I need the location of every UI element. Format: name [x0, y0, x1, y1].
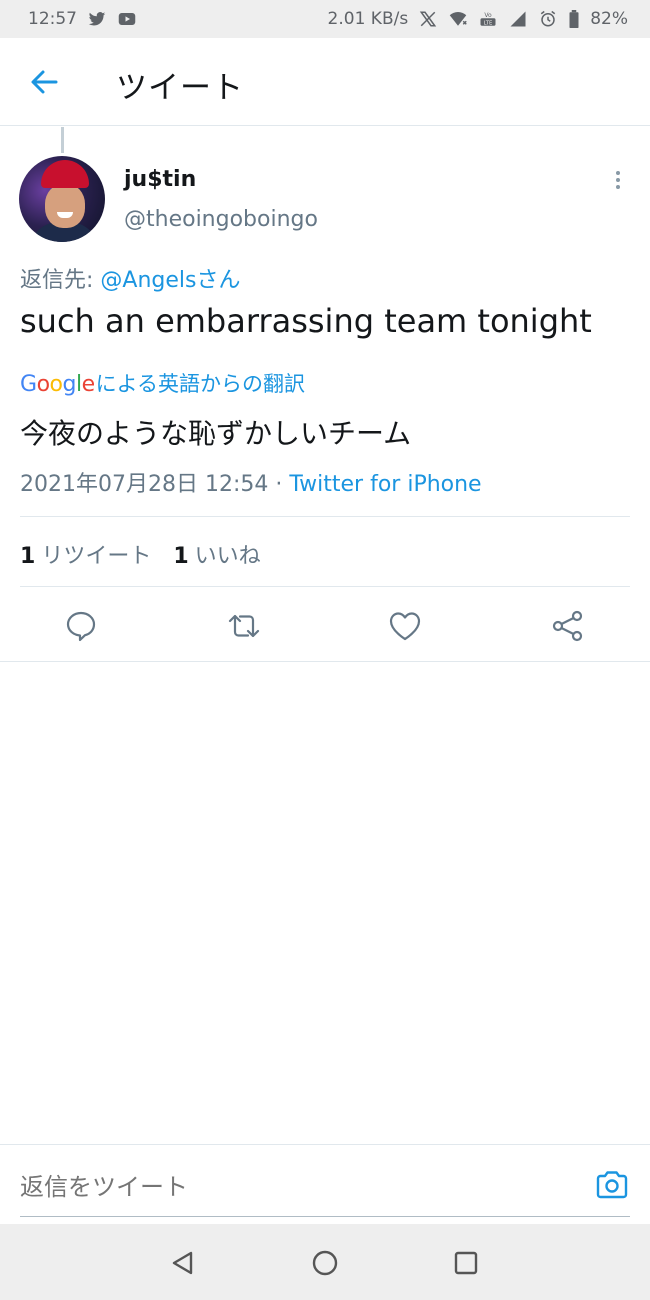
home-circle-icon	[312, 1250, 338, 1276]
google-logo: Google	[20, 372, 95, 397]
battery-icon	[569, 10, 579, 28]
tweet-text: such an embarrassing team tonight	[20, 302, 592, 340]
retweet-icon	[228, 614, 260, 638]
reply-to-prefix: 返信先:	[20, 268, 101, 293]
likes-stat[interactable]: 1 いいね	[173, 538, 260, 570]
author-handle: @theoingoboingo	[124, 207, 318, 232]
likes-label: いいね	[194, 544, 261, 569]
reply-icon	[66, 611, 96, 642]
wifi-icon	[449, 11, 467, 26]
alarm-icon	[541, 10, 556, 27]
share-button[interactable]	[550, 608, 586, 644]
author-display-name[interactable]: ju$tin	[124, 167, 196, 192]
tweet-timestamp: 2021年07月28日 12:54 ·	[20, 472, 290, 497]
retweet-button[interactable]	[226, 608, 262, 644]
arrow-left-icon	[31, 70, 58, 94]
share-icon	[552, 610, 583, 642]
tweet-stats: 1 リツイート 1 いいね	[20, 538, 261, 570]
twitter-icon	[88, 12, 106, 26]
avatar-face	[45, 184, 85, 228]
volte-icon: VoLTE	[480, 12, 496, 26]
top-app-bar: ツイート	[0, 38, 650, 126]
like-button[interactable]	[387, 608, 423, 644]
translate-label: による英語からの翻訳	[95, 372, 306, 396]
tweet-actions	[0, 600, 650, 662]
battery-percent: 82%	[590, 9, 628, 29]
nav-recents-button[interactable]	[451, 1248, 481, 1278]
camera-button[interactable]	[594, 1167, 630, 1203]
likes-count: 1	[173, 544, 189, 569]
back-triangle-icon	[172, 1251, 193, 1275]
status-bar: 12:57 2.01 KB/s Vo LTE 82%	[0, 0, 650, 38]
status-time: 12:57	[28, 9, 77, 29]
more-dot-icon	[616, 185, 620, 189]
more-dot-icon	[616, 171, 620, 175]
more-options-button[interactable]	[608, 168, 628, 196]
more-dot-icon	[616, 178, 620, 182]
tweet-source-link[interactable]: Twitter for iPhone	[289, 472, 481, 497]
tweet-meta: 2021年07月28日 12:54 · Twitter for iPhone	[20, 466, 482, 498]
nav-home-button[interactable]	[310, 1248, 340, 1278]
reply-composer	[0, 1144, 650, 1224]
reply-to-mention-link[interactable]: @Angelsさん	[100, 268, 240, 293]
divider	[20, 516, 630, 517]
avatar[interactable]	[19, 156, 105, 242]
translate-link[interactable]: Google による英語からの翻訳	[20, 368, 305, 398]
reply-button[interactable]	[63, 608, 99, 644]
network-speed: 2.01 KB/s	[327, 9, 409, 29]
translated-text: 今夜のような恥ずかしいチーム	[20, 417, 412, 450]
recents-square-icon	[454, 1251, 478, 1275]
reply-input-underline	[20, 1216, 630, 1217]
svg-text:LTE: LTE	[484, 20, 493, 26]
like-icon	[389, 612, 421, 641]
signal-icon	[510, 11, 526, 27]
system-nav-bar	[0, 1224, 650, 1300]
back-button[interactable]	[26, 66, 62, 98]
retweets-stat[interactable]: 1 リツイート	[20, 538, 151, 570]
svg-text:Vo: Vo	[485, 12, 493, 19]
nav-back-button[interactable]	[168, 1248, 198, 1278]
thread-connector-line	[61, 127, 64, 153]
page-title: ツイート	[116, 70, 244, 106]
divider	[20, 586, 630, 587]
x-icon	[419, 11, 437, 27]
avatar-cap	[41, 160, 89, 188]
reply-input[interactable]	[20, 1167, 580, 1207]
retweets-count: 1	[20, 544, 36, 569]
retweets-label: リツイート	[41, 544, 152, 569]
camera-icon	[596, 1171, 628, 1199]
reply-to-line: 返信先: @Angelsさん	[20, 262, 240, 294]
youtube-icon	[118, 13, 136, 25]
